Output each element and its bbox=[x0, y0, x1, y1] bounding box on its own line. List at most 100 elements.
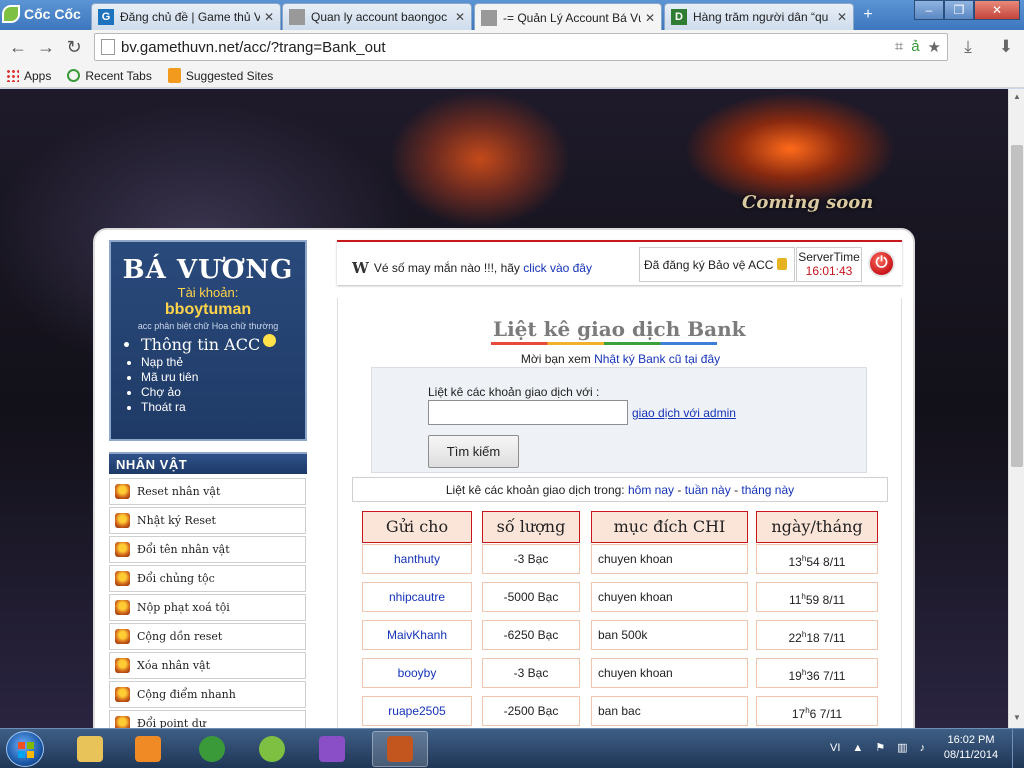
character-menu-item[interactable]: Đổi tên nhân vật bbox=[109, 536, 306, 563]
lottery-banner: W Vé số may mắn nào !!!, hãy click vào đ… bbox=[352, 259, 592, 277]
game-icon bbox=[387, 736, 413, 762]
character-menu-item[interactable]: Reset nhân vật bbox=[109, 478, 306, 505]
admin-transactions-link[interactable]: giao dịch với admin bbox=[632, 406, 736, 420]
volume-icon[interactable]: ♪ bbox=[920, 742, 926, 754]
filter-today[interactable]: hôm nay bbox=[628, 483, 674, 497]
show-desktop-button[interactable] bbox=[1012, 729, 1024, 768]
recipient-cell[interactable]: booyby bbox=[362, 658, 472, 688]
character-menu-label: Xóa nhân vật bbox=[137, 659, 211, 672]
translate-icon[interactable]: ⌗ bbox=[895, 38, 903, 56]
date-cell: 19h36 7/11 bbox=[756, 658, 878, 688]
tab-close-icon[interactable]: ✕ bbox=[455, 10, 465, 24]
download-extension-icon[interactable]: ⤓ bbox=[956, 36, 980, 58]
network-icon[interactable]: ▥ bbox=[897, 741, 907, 754]
tray-expand-icon[interactable]: ▲ bbox=[852, 742, 863, 754]
taskbar-clock[interactable]: 16:02 PM 08/11/2014 bbox=[936, 733, 1006, 763]
character-menu-item[interactable]: Nộp phạt xoá tội bbox=[109, 594, 306, 621]
start-button[interactable] bbox=[6, 731, 44, 767]
account-menu-label: Thoát ra bbox=[141, 400, 186, 414]
character-menu-label: Nộp phạt xoá tội bbox=[137, 601, 230, 614]
maximize-button[interactable]: ❐ bbox=[944, 0, 974, 20]
filter-this-month[interactable]: tháng này bbox=[741, 483, 794, 497]
taskbar-app-explorer[interactable] bbox=[62, 731, 118, 767]
taskbar-app-chrome[interactable] bbox=[184, 731, 240, 767]
page-scrollbar[interactable]: ▲ ▼ bbox=[1008, 89, 1024, 728]
tab-close-icon[interactable]: ✕ bbox=[645, 11, 655, 25]
scroll-down-arrow-icon[interactable]: ▼ bbox=[1011, 713, 1023, 725]
tab-favicon-icon bbox=[289, 9, 305, 25]
search-label: Liệt kê các khoản giao dịch với : bbox=[428, 385, 600, 399]
action-center-flag-icon[interactable]: ⚑ bbox=[875, 741, 885, 754]
browser-tab[interactable]: D Hàng trăm người dân “qu ✕ bbox=[664, 3, 854, 30]
amount-cell: -3 Bạc bbox=[482, 658, 580, 688]
w-logo-icon: W bbox=[352, 259, 369, 277]
account-menu-item[interactable]: Nạp thẻ bbox=[141, 355, 305, 370]
character-menu-item[interactable]: Đổi chủng tộc bbox=[109, 565, 306, 592]
bookmark-item[interactable]: Recent Tabs bbox=[67, 69, 152, 83]
new-tab-button[interactable]: + bbox=[858, 7, 878, 23]
date-value: 8/11 bbox=[822, 593, 846, 607]
tab-title: -= Quản Lý Account Bá Vương bbox=[503, 10, 641, 25]
forward-button[interactable]: → bbox=[34, 36, 58, 58]
purpose-cell: chuyen khoan bbox=[591, 582, 748, 612]
old-bank-log-link[interactable]: Nhật ký Bank cũ tại đây bbox=[594, 352, 720, 366]
back-button[interactable]: ← bbox=[6, 36, 30, 58]
recipient-cell[interactable]: hanthuty bbox=[362, 544, 472, 574]
account-menu-item[interactable]: Thông tin ACC bbox=[141, 334, 305, 355]
gem-icon bbox=[115, 484, 130, 499]
coccoc-logo[interactable]: Cốc Cốc bbox=[2, 2, 88, 26]
clock-time: 16:02 PM bbox=[947, 734, 995, 746]
account-menu: Thông tin ACCNạp thẻMã ưu tiênChợ ảoThoá… bbox=[141, 334, 305, 415]
taskbar-app-media-player[interactable] bbox=[120, 731, 176, 767]
recipient-cell[interactable]: nhipcautre bbox=[362, 582, 472, 612]
recipient-cell[interactable]: ruape2505 bbox=[362, 696, 472, 726]
tab-close-icon[interactable]: ✕ bbox=[837, 10, 847, 24]
character-menu-item[interactable]: Xóa nhân vật bbox=[109, 652, 306, 679]
time-minute: 6 bbox=[809, 707, 817, 721]
filter-separator: - bbox=[674, 483, 685, 497]
minimize-button[interactable]: – bbox=[914, 0, 944, 20]
character-menu-item[interactable]: Cộng dồn reset bbox=[109, 623, 306, 650]
date-value: 7/11 bbox=[819, 707, 843, 721]
bookmark-item[interactable]: Suggested Sites bbox=[167, 68, 273, 83]
browser-tab[interactable]: -= Quản Lý Account Bá Vương ✕ bbox=[474, 3, 662, 31]
account-label: Tài khoản: bbox=[177, 285, 239, 300]
bookmark-item[interactable]: Apps bbox=[6, 69, 51, 83]
lottery-link[interactable]: click vào đây bbox=[523, 261, 592, 275]
clock-date: 08/11/2014 bbox=[943, 749, 999, 761]
reload-button[interactable]: ↻ bbox=[62, 36, 86, 58]
tab-close-icon[interactable]: ✕ bbox=[264, 10, 274, 24]
account-menu-item[interactable]: Chợ ảo bbox=[141, 385, 305, 400]
filter-this-week[interactable]: tuần này bbox=[685, 483, 731, 497]
recipient-cell[interactable]: MaivKhanh bbox=[362, 620, 472, 650]
url-input[interactable] bbox=[121, 38, 881, 56]
taskbar-app-game[interactable] bbox=[372, 731, 428, 767]
user-panel: BÁ VƯƠNG Tài khoản: bboytuman acc phân b… bbox=[109, 240, 307, 441]
account-menu-item[interactable]: Mã ưu tiên bbox=[141, 370, 305, 385]
coming-soon-text: Coming soon bbox=[742, 192, 874, 213]
account-name: bboytuman bbox=[164, 301, 252, 318]
bookmark-star-icon[interactable]: ★ bbox=[928, 38, 941, 56]
browser-tabbar: Cốc Cốc G Đăng chủ đề | Game thủ V ✕ Quan l… bbox=[0, 0, 1024, 31]
search-button[interactable]: Tìm kiếm bbox=[428, 435, 519, 468]
scroll-up-arrow-icon[interactable]: ▲ bbox=[1011, 92, 1023, 104]
chrome-icon bbox=[199, 736, 225, 762]
character-menu-item[interactable]: Nhật ký Reset bbox=[109, 507, 306, 534]
browser-tab[interactable]: Quan ly account baongoc ✕ bbox=[282, 3, 472, 30]
character-menu-item[interactable]: Cộng điểm nhanh bbox=[109, 681, 306, 708]
system-tray: VI ▲ ⚑ ▥ ♪ bbox=[830, 741, 926, 755]
browser-tab[interactable]: G Đăng chủ đề | Game thủ V ✕ bbox=[91, 3, 281, 30]
taskbar-app-yahoo-messenger[interactable] bbox=[304, 731, 360, 767]
address-bar[interactable]: ⌗ ả ★ bbox=[94, 33, 948, 61]
coccoc-extension-icon[interactable]: ả bbox=[911, 38, 919, 56]
account-menu-item[interactable]: Thoát ra bbox=[141, 400, 305, 415]
bank-transactions-panel: Liệt kê giao dịch Bank Mời bạn xem Nhật … bbox=[337, 298, 902, 728]
language-indicator[interactable]: VI bbox=[830, 742, 840, 754]
logout-power-icon[interactable]: ⏻ bbox=[868, 250, 895, 277]
subtitle: Mời bạn xem Nhật ký Bank cũ tại đây bbox=[338, 352, 903, 366]
taskbar-app-coccoc[interactable] bbox=[244, 731, 300, 767]
downloads-icon[interactable]: ⬇ bbox=[994, 36, 1018, 58]
search-input[interactable] bbox=[428, 400, 628, 425]
close-window-button[interactable]: ✕ bbox=[974, 0, 1020, 20]
scrollbar-thumb[interactable] bbox=[1011, 145, 1023, 467]
